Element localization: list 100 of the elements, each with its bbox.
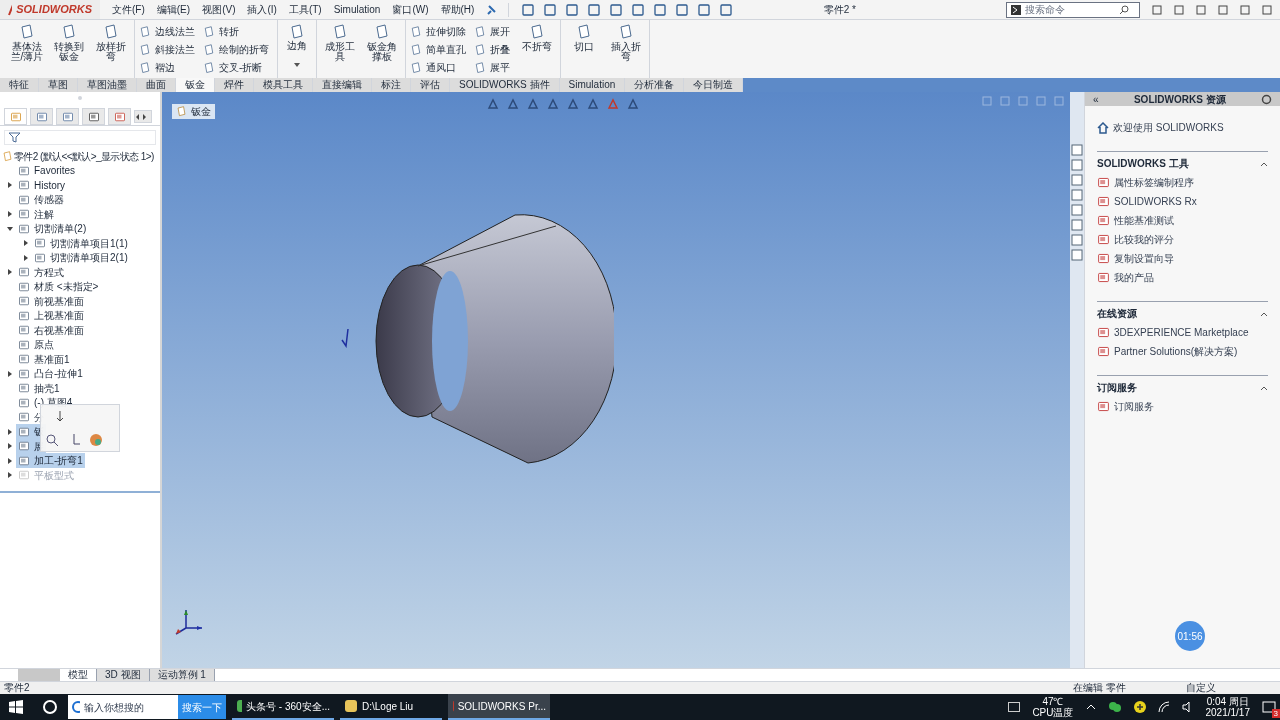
command-tab[interactable]: 直接编辑 xyxy=(313,78,372,92)
panel-tab[interactable] xyxy=(56,108,79,125)
windows-start-icon[interactable] xyxy=(9,700,23,714)
task-pane-tab-icon[interactable] xyxy=(1071,234,1083,246)
chevron-up-icon[interactable] xyxy=(1085,704,1096,710)
model-tab[interactable]: 3D 视图 xyxy=(97,669,150,681)
quick-access-icon[interactable] xyxy=(543,2,558,17)
menu-item[interactable]: 视图(V) xyxy=(202,2,236,17)
expand-arrow-icon[interactable] xyxy=(7,457,13,464)
ribbon-button[interactable]: 放样折弯 xyxy=(92,24,130,62)
task-pane-tab-icon[interactable] xyxy=(1071,174,1083,186)
tree-item[interactable]: 上视基准面 xyxy=(16,308,86,324)
command-tab[interactable]: 焊件 xyxy=(215,78,254,92)
quick-access-icon[interactable] xyxy=(521,2,536,17)
window-button-icon[interactable] xyxy=(1218,4,1228,15)
panel-tab[interactable] xyxy=(82,108,105,125)
command-tab[interactable]: 草图 xyxy=(39,78,78,92)
pin-icon[interactable] xyxy=(486,4,497,15)
tree-item[interactable]: 凸台-拉伸1 xyxy=(16,366,85,382)
ribbon-dropdown-button[interactable]: 边角 xyxy=(282,24,312,67)
ribbon-button[interactable]: 切口 xyxy=(565,24,603,52)
ribbon-button[interactable]: 不折弯 xyxy=(518,24,556,52)
panel-tab[interactable] xyxy=(108,108,131,125)
tree-item[interactable]: 前视基准面 xyxy=(16,293,86,309)
clock-date[interactable]: 2021/1/17 xyxy=(1205,707,1250,718)
ribbon-button[interactable]: 钣金角撑板 xyxy=(363,24,401,62)
resource-link[interactable]: 订阅服务 xyxy=(1114,399,1154,414)
command-tab[interactable]: SOLIDWORKS 插件 xyxy=(450,78,560,92)
tree-item[interactable]: 切割清单(2) xyxy=(16,221,89,237)
resource-link[interactable]: 比较我的评分 xyxy=(1114,232,1174,247)
units-status[interactable]: 自定义 xyxy=(1186,682,1216,694)
task-pane-tab-icon[interactable] xyxy=(1071,144,1083,156)
command-tab[interactable]: 模具工具 xyxy=(254,78,313,92)
tree-item[interactable]: 基准面1 xyxy=(16,351,72,367)
collapse-icon[interactable] xyxy=(1260,160,1268,167)
menu-item[interactable]: Simulation xyxy=(333,2,381,17)
tree-item[interactable]: 右视基准面 xyxy=(16,322,86,338)
window-button-icon[interactable] xyxy=(1174,4,1184,15)
command-tab[interactable]: 今日制造 xyxy=(684,78,744,92)
ribbon-button[interactable]: 转换到钣金 xyxy=(50,24,88,62)
tree-item[interactable]: 切割清单项目2(1) xyxy=(32,250,130,266)
view-tool-icon[interactable] xyxy=(527,98,539,110)
command-tab[interactable]: 曲面 xyxy=(137,78,176,92)
menu-item[interactable]: 帮助(H) xyxy=(440,2,475,17)
chat-icon[interactable] xyxy=(1107,701,1122,713)
expand-arrow-icon[interactable] xyxy=(7,211,13,218)
command-tab[interactable]: 草图油墨 xyxy=(78,78,137,92)
view-tool-icon[interactable] xyxy=(567,98,579,110)
resource-link[interactable]: 复制设置向导 xyxy=(1114,251,1174,266)
tree-item[interactable]: History xyxy=(16,177,68,193)
taskbar-app[interactable]: 头条号 - 360安全... xyxy=(232,694,334,720)
view-tool-icon[interactable] xyxy=(487,98,499,110)
command-tab[interactable]: Simulation xyxy=(559,78,626,92)
ribbon-small-button[interactable]: 边线法兰 xyxy=(139,24,199,39)
appearance-icon[interactable] xyxy=(89,433,103,447)
tree-item[interactable]: 材质 <未指定> xyxy=(16,279,101,295)
web-search-box[interactable]: 输入你想搜的 xyxy=(68,695,178,719)
ribbon-button[interactable]: 基体法兰/薄片 xyxy=(8,24,46,62)
menu-item[interactable]: 插入(I) xyxy=(247,2,277,17)
panel-tab[interactable] xyxy=(30,108,53,125)
resource-link[interactable]: 属性标签编制程序 xyxy=(1114,175,1194,190)
taskbar-app[interactable]: D:\Loge Liu xyxy=(340,694,442,720)
ribbon-small-button[interactable]: 斜接法兰 xyxy=(139,42,199,57)
zoom-icon[interactable] xyxy=(45,433,59,447)
task-pane-tab-icon[interactable] xyxy=(1071,204,1083,216)
welcome-link[interactable]: 欢迎使用 SOLIDWORKS xyxy=(1113,120,1224,135)
tree-item[interactable]: Favorites xyxy=(16,163,78,179)
expand-arrow-icon[interactable] xyxy=(23,240,29,247)
ribbon-small-button[interactable]: 拉伸切除 xyxy=(410,24,470,39)
tree-item[interactable]: 加工-折弯1 xyxy=(16,453,85,469)
view-tool-icon[interactable] xyxy=(507,98,519,110)
task-pane-tab-icon[interactable] xyxy=(1071,189,1083,201)
expand-arrow-icon[interactable] xyxy=(7,269,13,276)
resource-link[interactable]: 3DEXPERIENCE Marketplace xyxy=(1114,325,1249,340)
tree-item[interactable]: 方程式 xyxy=(16,264,66,280)
window-button-icon[interactable] xyxy=(1262,4,1272,15)
resource-link[interactable]: SOLIDWORKS Rx xyxy=(1114,194,1197,209)
notification-icon[interactable] xyxy=(1262,700,1276,714)
ribbon-small-button[interactable]: 绘制的折弯 xyxy=(203,42,273,57)
window-button-icon[interactable] xyxy=(1196,4,1206,15)
quick-access-icon[interactable] xyxy=(587,2,602,17)
quick-access-icon[interactable] xyxy=(631,2,646,17)
ribbon-small-button[interactable]: 简单直孔 xyxy=(410,42,470,57)
ribbon-small-button[interactable]: 折叠 xyxy=(474,42,514,57)
keyboard-icon[interactable] xyxy=(1008,702,1021,712)
task-pane-tab-icon[interactable] xyxy=(1071,159,1083,171)
tree-item[interactable]: 切割清单项目1(1) xyxy=(32,235,130,251)
resource-link[interactable]: 我的产品 xyxy=(1114,270,1154,285)
command-tab[interactable]: 评估 xyxy=(411,78,450,92)
tree-item[interactable]: 传感器 xyxy=(16,192,66,208)
task-pane-tab-icon[interactable] xyxy=(1071,219,1083,231)
expand-arrow-icon[interactable] xyxy=(7,428,13,435)
view-tool-icon[interactable] xyxy=(627,98,639,110)
settings-icon[interactable] xyxy=(1261,93,1272,105)
tree-item[interactable]: 原点 xyxy=(16,337,56,353)
collapse-pane-button[interactable]: « xyxy=(1093,91,1099,107)
menu-item[interactable]: 工具(T) xyxy=(288,2,322,17)
web-search-field[interactable]: 输入你想搜的 xyxy=(84,699,174,715)
quick-access-icon[interactable] xyxy=(565,2,580,17)
home-icon[interactable] xyxy=(1097,121,1109,134)
